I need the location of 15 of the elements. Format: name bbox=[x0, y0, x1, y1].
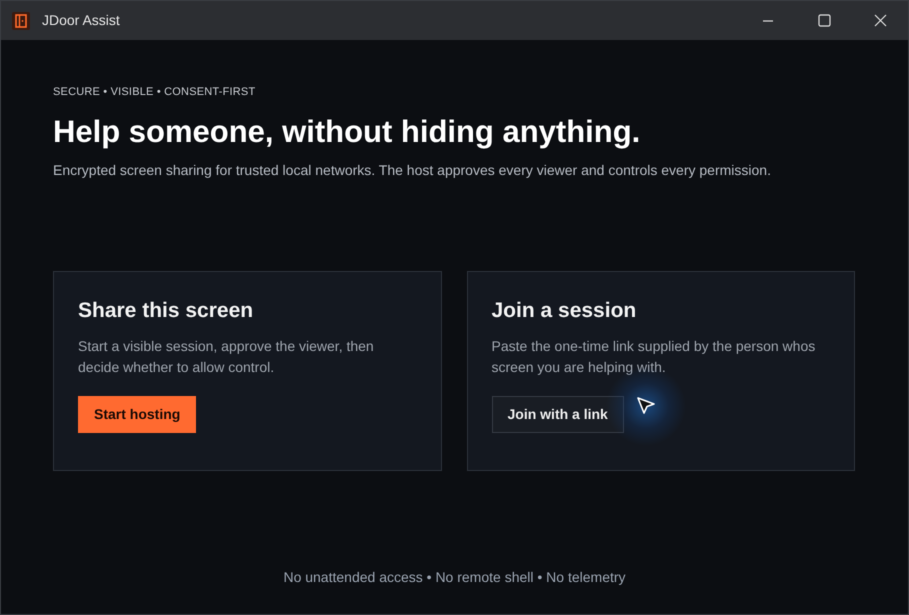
door-icon bbox=[12, 12, 30, 30]
card-description: Start a visible session, approve the viewer, then decide whether to allow control. bbox=[78, 336, 375, 376]
footer-text: No unattended access • No remote shell • No telemetry bbox=[283, 568, 626, 587]
card-description: Paste the one-time link supplied by the person whos screen you are helping with. bbox=[492, 336, 816, 377]
card-title: Share this screen bbox=[78, 298, 254, 324]
headline: Help someone, without hiding anything. bbox=[53, 112, 642, 150]
window-title: JDoor Assist bbox=[42, 11, 120, 30]
start-hosting-button[interactable]: Start hosting bbox=[78, 396, 196, 432]
cursor-icon bbox=[636, 396, 656, 416]
subtitle-text: Encrypted screen sharing for trusted local networks. The host approves every viewer and controls every permission. bbox=[53, 160, 772, 180]
eyebrow-text: SECURE • VISIBLE • CONSENT-FIRST bbox=[53, 85, 256, 100]
close-icon bbox=[874, 14, 886, 27]
join-link-button[interactable]: Join with a link bbox=[492, 396, 624, 432]
card-title: Join a session bbox=[492, 298, 638, 324]
maximize-icon bbox=[818, 14, 830, 27]
